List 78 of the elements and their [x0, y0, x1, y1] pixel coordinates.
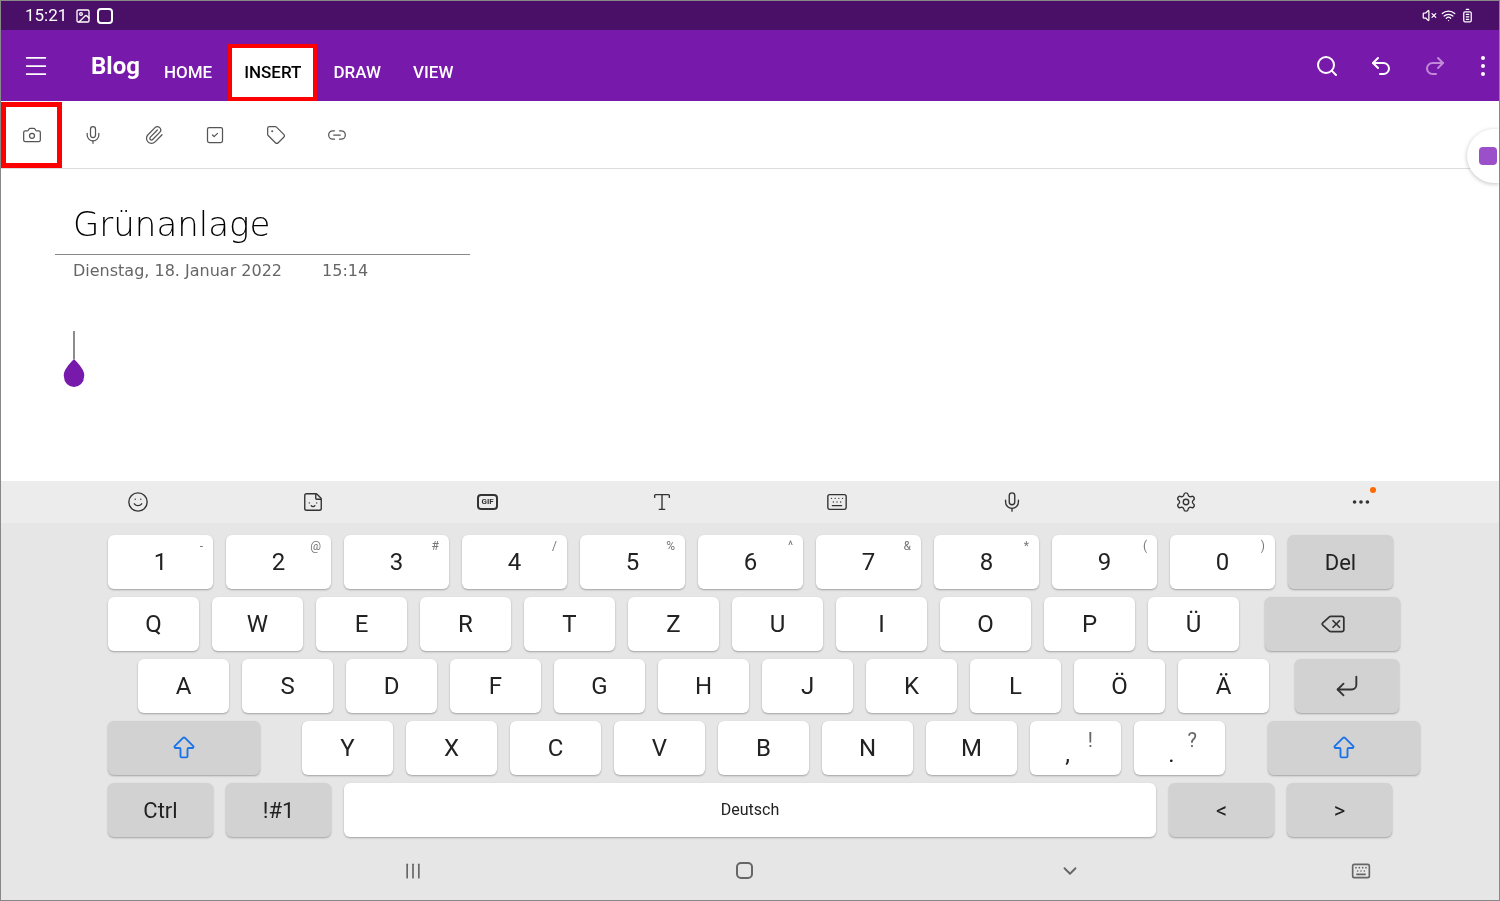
keyboard-key[interactable]: S	[242, 659, 333, 713]
keyboard-key[interactable]: Del	[1288, 535, 1393, 589]
keyboard-key[interactable]: Ä	[1178, 659, 1269, 713]
keyboard-key[interactable]: . ?	[1134, 721, 1225, 775]
keyboard-key[interactable]: V	[614, 721, 705, 775]
keyboard-key[interactable]: M	[926, 721, 1017, 775]
keyboard-key[interactable]: >	[1287, 783, 1392, 837]
app-logo-icon	[1479, 147, 1497, 165]
floating-app-bubble[interactable]	[1467, 129, 1499, 183]
keyboard-key[interactable]: D	[346, 659, 437, 713]
more-options-icon	[1481, 55, 1485, 76]
keyboard-key[interactable]: 2 @	[226, 535, 331, 589]
keyboard-key[interactable]: C	[510, 721, 601, 775]
page-title: Grünanlage	[73, 204, 271, 244]
tag-icon	[265, 124, 286, 145]
search-icon	[1315, 53, 1339, 78]
keyboard-key[interactable]: G	[554, 659, 645, 713]
keyboard-key[interactable]: 0 )	[1170, 535, 1275, 589]
keyboard-key[interactable]: N	[822, 721, 913, 775]
keyboard-key[interactable]: H	[658, 659, 749, 713]
mute-icon	[1422, 8, 1437, 23]
keyboard-key[interactable]: !#1	[226, 783, 331, 837]
keyboard-key[interactable]: Z	[628, 597, 719, 651]
keyboard-key[interactable]: K	[866, 659, 957, 713]
keyboard-key[interactable]: Q	[108, 597, 199, 651]
keyboard-key[interactable]: F	[450, 659, 541, 713]
space-key[interactable]: Deutsch	[344, 783, 1156, 837]
keyboard-key[interactable]: 7 &	[816, 535, 921, 589]
gif-button[interactable]: GIF	[477, 494, 498, 510]
keyboard-key[interactable]: 1 -	[108, 535, 213, 589]
keyboard-key[interactable]: U	[732, 597, 823, 651]
home-icon[interactable]	[736, 862, 753, 879]
keyboard-key[interactable]: 3 #	[344, 535, 449, 589]
keyboard-key[interactable]: P	[1044, 597, 1135, 651]
keyboard-key[interactable]: <	[1169, 783, 1274, 837]
search-button[interactable]	[1315, 53, 1339, 78]
settings-icon[interactable]	[1175, 491, 1198, 513]
sticker-icon[interactable]	[302, 491, 325, 513]
notebook-title: Blog	[91, 50, 140, 82]
ribbon-tab[interactable]: INSERT	[228, 44, 318, 101]
clock: 15:21	[25, 3, 68, 27]
keyboard-key[interactable]: R	[420, 597, 511, 651]
more-options-button[interactable]	[1481, 55, 1485, 76]
camera-button[interactable]	[1, 101, 62, 168]
checkbox-icon	[204, 124, 225, 145]
paperclip-icon	[143, 124, 164, 145]
keyboard-key[interactable]: X	[406, 721, 497, 775]
keyboard-icon[interactable]	[825, 491, 848, 513]
keyboard-key[interactable]: Ctrl	[108, 783, 213, 837]
page-date: Dienstag, 18. Januar 2022	[73, 260, 282, 282]
image-icon	[75, 7, 92, 24]
ribbon-tab[interactable]: HOME	[147, 44, 229, 101]
keyboard-key[interactable]: , !	[1030, 721, 1121, 775]
keyboard-key[interactable]: B	[718, 721, 809, 775]
keyboard-key[interactable]: 9 (	[1052, 535, 1157, 589]
keyboard-key[interactable]: Y	[302, 721, 393, 775]
backspace-key[interactable]	[1265, 597, 1400, 651]
keyboard-key[interactable]: A	[138, 659, 229, 713]
keyboard-key[interactable]: Ü	[1148, 597, 1239, 651]
keyboard-key[interactable]: T	[524, 597, 615, 651]
keyboard-key[interactable]: I	[836, 597, 927, 651]
keyboard-key[interactable]: 4 /	[462, 535, 567, 589]
keyboard-key[interactable]: 8 *	[934, 535, 1039, 589]
keyboard-key[interactable]: O	[940, 597, 1031, 651]
ribbon-tab[interactable]: VIEW	[397, 44, 470, 101]
ribbon-tab[interactable]: DRAW	[317, 44, 397, 101]
keyboard-key[interactable]: 5 %	[580, 535, 685, 589]
keyboard-key[interactable]: J	[762, 659, 853, 713]
page-time: 15:14	[322, 260, 369, 282]
keyboard-key[interactable]: L	[970, 659, 1061, 713]
keyboard-key[interactable]: W	[212, 597, 303, 651]
keyboard-key[interactable]: 6 ^	[698, 535, 803, 589]
wifi-icon	[1441, 8, 1456, 23]
battery-icon	[1460, 8, 1475, 23]
keyboard-key[interactable]: E	[316, 597, 407, 651]
emoji-icon[interactable]	[127, 491, 150, 513]
keyboard-key[interactable]: Ö	[1074, 659, 1165, 713]
text-cursor-handle-icon	[62, 331, 86, 387]
